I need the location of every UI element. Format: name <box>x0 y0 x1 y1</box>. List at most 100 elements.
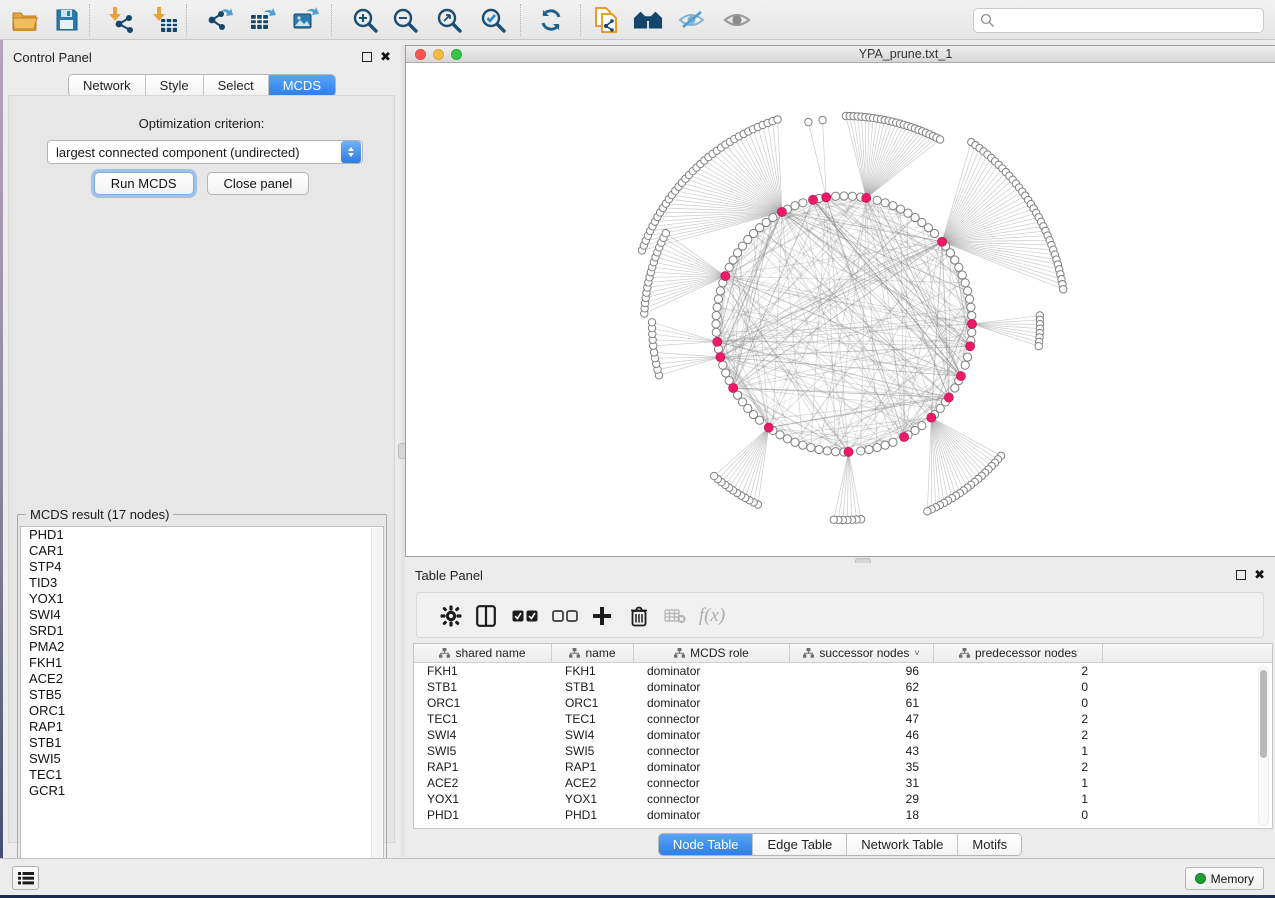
refresh-icon[interactable] <box>536 7 566 33</box>
mcds-result-item[interactable]: PHD1 <box>21 527 383 543</box>
cell-MCDS-role: dominator <box>634 679 790 695</box>
deselect-all-icon[interactable] <box>551 602 579 630</box>
cell-MCDS-role: connector <box>634 711 790 727</box>
close-table-panel-icon[interactable]: ✖ <box>1254 570 1265 580</box>
cell-shared-name: ORC1 <box>414 695 552 711</box>
search-input[interactable] <box>995 11 1263 31</box>
table-row[interactable]: FKH1FKH1dominator962 <box>414 663 1272 679</box>
table-scrollbar-thumb[interactable] <box>1260 670 1267 758</box>
select-all-icon[interactable] <box>511 602 539 630</box>
table-scrollbar[interactable] <box>1258 666 1269 826</box>
zoom-in-icon[interactable] <box>350 7 380 33</box>
table-toolbar: f(x) <box>416 592 1264 638</box>
table-row[interactable]: ORC1ORC1dominator610 <box>414 695 1272 711</box>
add-icon[interactable] <box>588 602 616 630</box>
column-header-predecessor-nodes[interactable]: predecessor nodes <box>934 644 1103 662</box>
mcds-result-list[interactable]: PHD1CAR1STP4TID3YOX1SWI4SRD1PMA2FKH1ACE2… <box>20 526 384 879</box>
table-row[interactable]: PHD1PHD1dominator180 <box>414 807 1272 823</box>
table-panel-title: Table Panel <box>415 568 483 583</box>
tab-mcds[interactable]: MCDS <box>269 75 335 96</box>
node-table[interactable]: shared namenameMCDS rolesuccessor nodes˅… <box>413 643 1273 829</box>
column-header-successor-nodes[interactable]: successor nodes˅ <box>790 644 934 662</box>
mcds-result-item[interactable]: TEC1 <box>21 767 383 783</box>
float-table-panel-icon[interactable] <box>1236 570 1246 580</box>
mcds-result-item[interactable]: SWI5 <box>21 751 383 767</box>
mcds-result-item[interactable]: ACE2 <box>21 671 383 687</box>
zoom-selected-icon[interactable] <box>478 7 508 33</box>
mcds-result-item[interactable]: STB5 <box>21 687 383 703</box>
table-tab-node-table[interactable]: Node Table <box>659 834 754 855</box>
mcds-result-item[interactable]: RAP1 <box>21 719 383 735</box>
close-panel-button[interactable]: Close panel <box>207 172 310 195</box>
mcds-result-item[interactable]: STB1 <box>21 735 383 751</box>
show-column-icon[interactable] <box>472 602 500 630</box>
float-panel-icon[interactable] <box>362 52 372 62</box>
export-image-icon[interactable] <box>291 7 321 33</box>
mcds-result-item[interactable]: ORC1 <box>21 703 383 719</box>
column-header-shared-name[interactable]: shared name <box>414 644 552 662</box>
dropdown-stepper-icon <box>341 141 361 163</box>
cell-name: ORC1 <box>552 695 634 711</box>
column-header-name[interactable]: name <box>552 644 634 662</box>
network-titlebar[interactable]: YPA_prune.txt_1 <box>406 46 1275 63</box>
mcds-result-item[interactable]: SWI4 <box>21 607 383 623</box>
table-tab-network-table[interactable]: Network Table <box>847 834 958 855</box>
criterion-dropdown[interactable]: largest connected component (undirected) <box>47 140 363 164</box>
cell-MCDS-role: connector <box>634 791 790 807</box>
delete-icon[interactable] <box>625 602 653 630</box>
cell-name: STB1 <box>552 679 634 695</box>
network-canvas[interactable] <box>406 63 1274 556</box>
export-table-icon[interactable] <box>248 7 278 33</box>
table-row[interactable]: YOX1YOX1connector291 <box>414 791 1272 807</box>
mcds-result-item[interactable]: FKH1 <box>21 655 383 671</box>
column-header-MCDS-role[interactable]: MCDS role <box>634 644 790 662</box>
table-tab-motifs[interactable]: Motifs <box>958 834 1021 855</box>
table-settings-icon[interactable] <box>437 602 465 630</box>
run-mcds-button[interactable]: Run MCDS <box>94 172 194 195</box>
open-file-icon[interactable] <box>10 7 40 33</box>
mcds-result-item[interactable]: SRD1 <box>21 623 383 639</box>
table-row[interactable]: STB1STB1dominator620 <box>414 679 1272 695</box>
export-network-icon[interactable] <box>204 7 234 33</box>
mcds-result-item[interactable]: YOX1 <box>21 591 383 607</box>
zoom-fit-icon[interactable] <box>434 7 464 33</box>
mcds-result-item[interactable]: TID3 <box>21 575 383 591</box>
hide-selected-icon[interactable] <box>677 7 707 33</box>
cell-successor-nodes: 46 <box>790 727 934 743</box>
table-tab-edge-table[interactable]: Edge Table <box>753 834 847 855</box>
cell-name: TEC1 <box>552 711 634 727</box>
mcds-result-group: MCDS result (17 nodes) PHD1CAR1STP4TID3Y… <box>17 514 387 882</box>
table-header-row: shared namenameMCDS rolesuccessor nodes˅… <box>414 644 1272 663</box>
cell-shared-name: PHD1 <box>414 807 552 823</box>
list-scrollbar[interactable] <box>371 528 382 879</box>
show-all-icon[interactable] <box>722 7 752 33</box>
new-network-from-selection-icon[interactable] <box>592 7 622 33</box>
table-row[interactable]: SWI4SWI4dominator462 <box>414 727 1272 743</box>
table-row[interactable]: SWI5SWI5connector431 <box>414 743 1272 759</box>
delete-table-icon[interactable] <box>661 602 689 630</box>
import-network-icon[interactable] <box>106 7 136 33</box>
first-neighbors-icon[interactable] <box>633 7 663 33</box>
cell-shared-name: ACE2 <box>414 775 552 791</box>
zoom-out-icon[interactable] <box>390 7 420 33</box>
cell-successor-nodes: 29 <box>790 791 934 807</box>
memory-button[interactable]: Memory <box>1185 867 1264 890</box>
save-session-icon[interactable] <box>52 7 82 33</box>
close-panel-icon[interactable]: ✖ <box>380 52 391 62</box>
mcds-result-item[interactable]: CAR1 <box>21 543 383 559</box>
table-row[interactable]: ACE2ACE2connector311 <box>414 775 1272 791</box>
cell-MCDS-role: dominator <box>634 807 790 823</box>
search-icon <box>980 13 995 28</box>
mcds-result-item[interactable]: GCR1 <box>21 783 383 799</box>
mcds-result-item[interactable]: PMA2 <box>21 639 383 655</box>
import-table-icon[interactable] <box>150 7 180 33</box>
cell-predecessor-nodes: 0 <box>934 807 1103 823</box>
function-builder-icon[interactable]: f(x) <box>698 602 726 630</box>
task-history-button[interactable] <box>12 866 39 890</box>
tab-select[interactable]: Select <box>204 75 269 96</box>
mcds-result-item[interactable]: STP4 <box>21 559 383 575</box>
tab-network[interactable]: Network <box>69 75 146 96</box>
table-row[interactable]: RAP1RAP1dominator352 <box>414 759 1272 775</box>
table-row[interactable]: TEC1TEC1connector472 <box>414 711 1272 727</box>
tab-style[interactable]: Style <box>146 75 204 96</box>
